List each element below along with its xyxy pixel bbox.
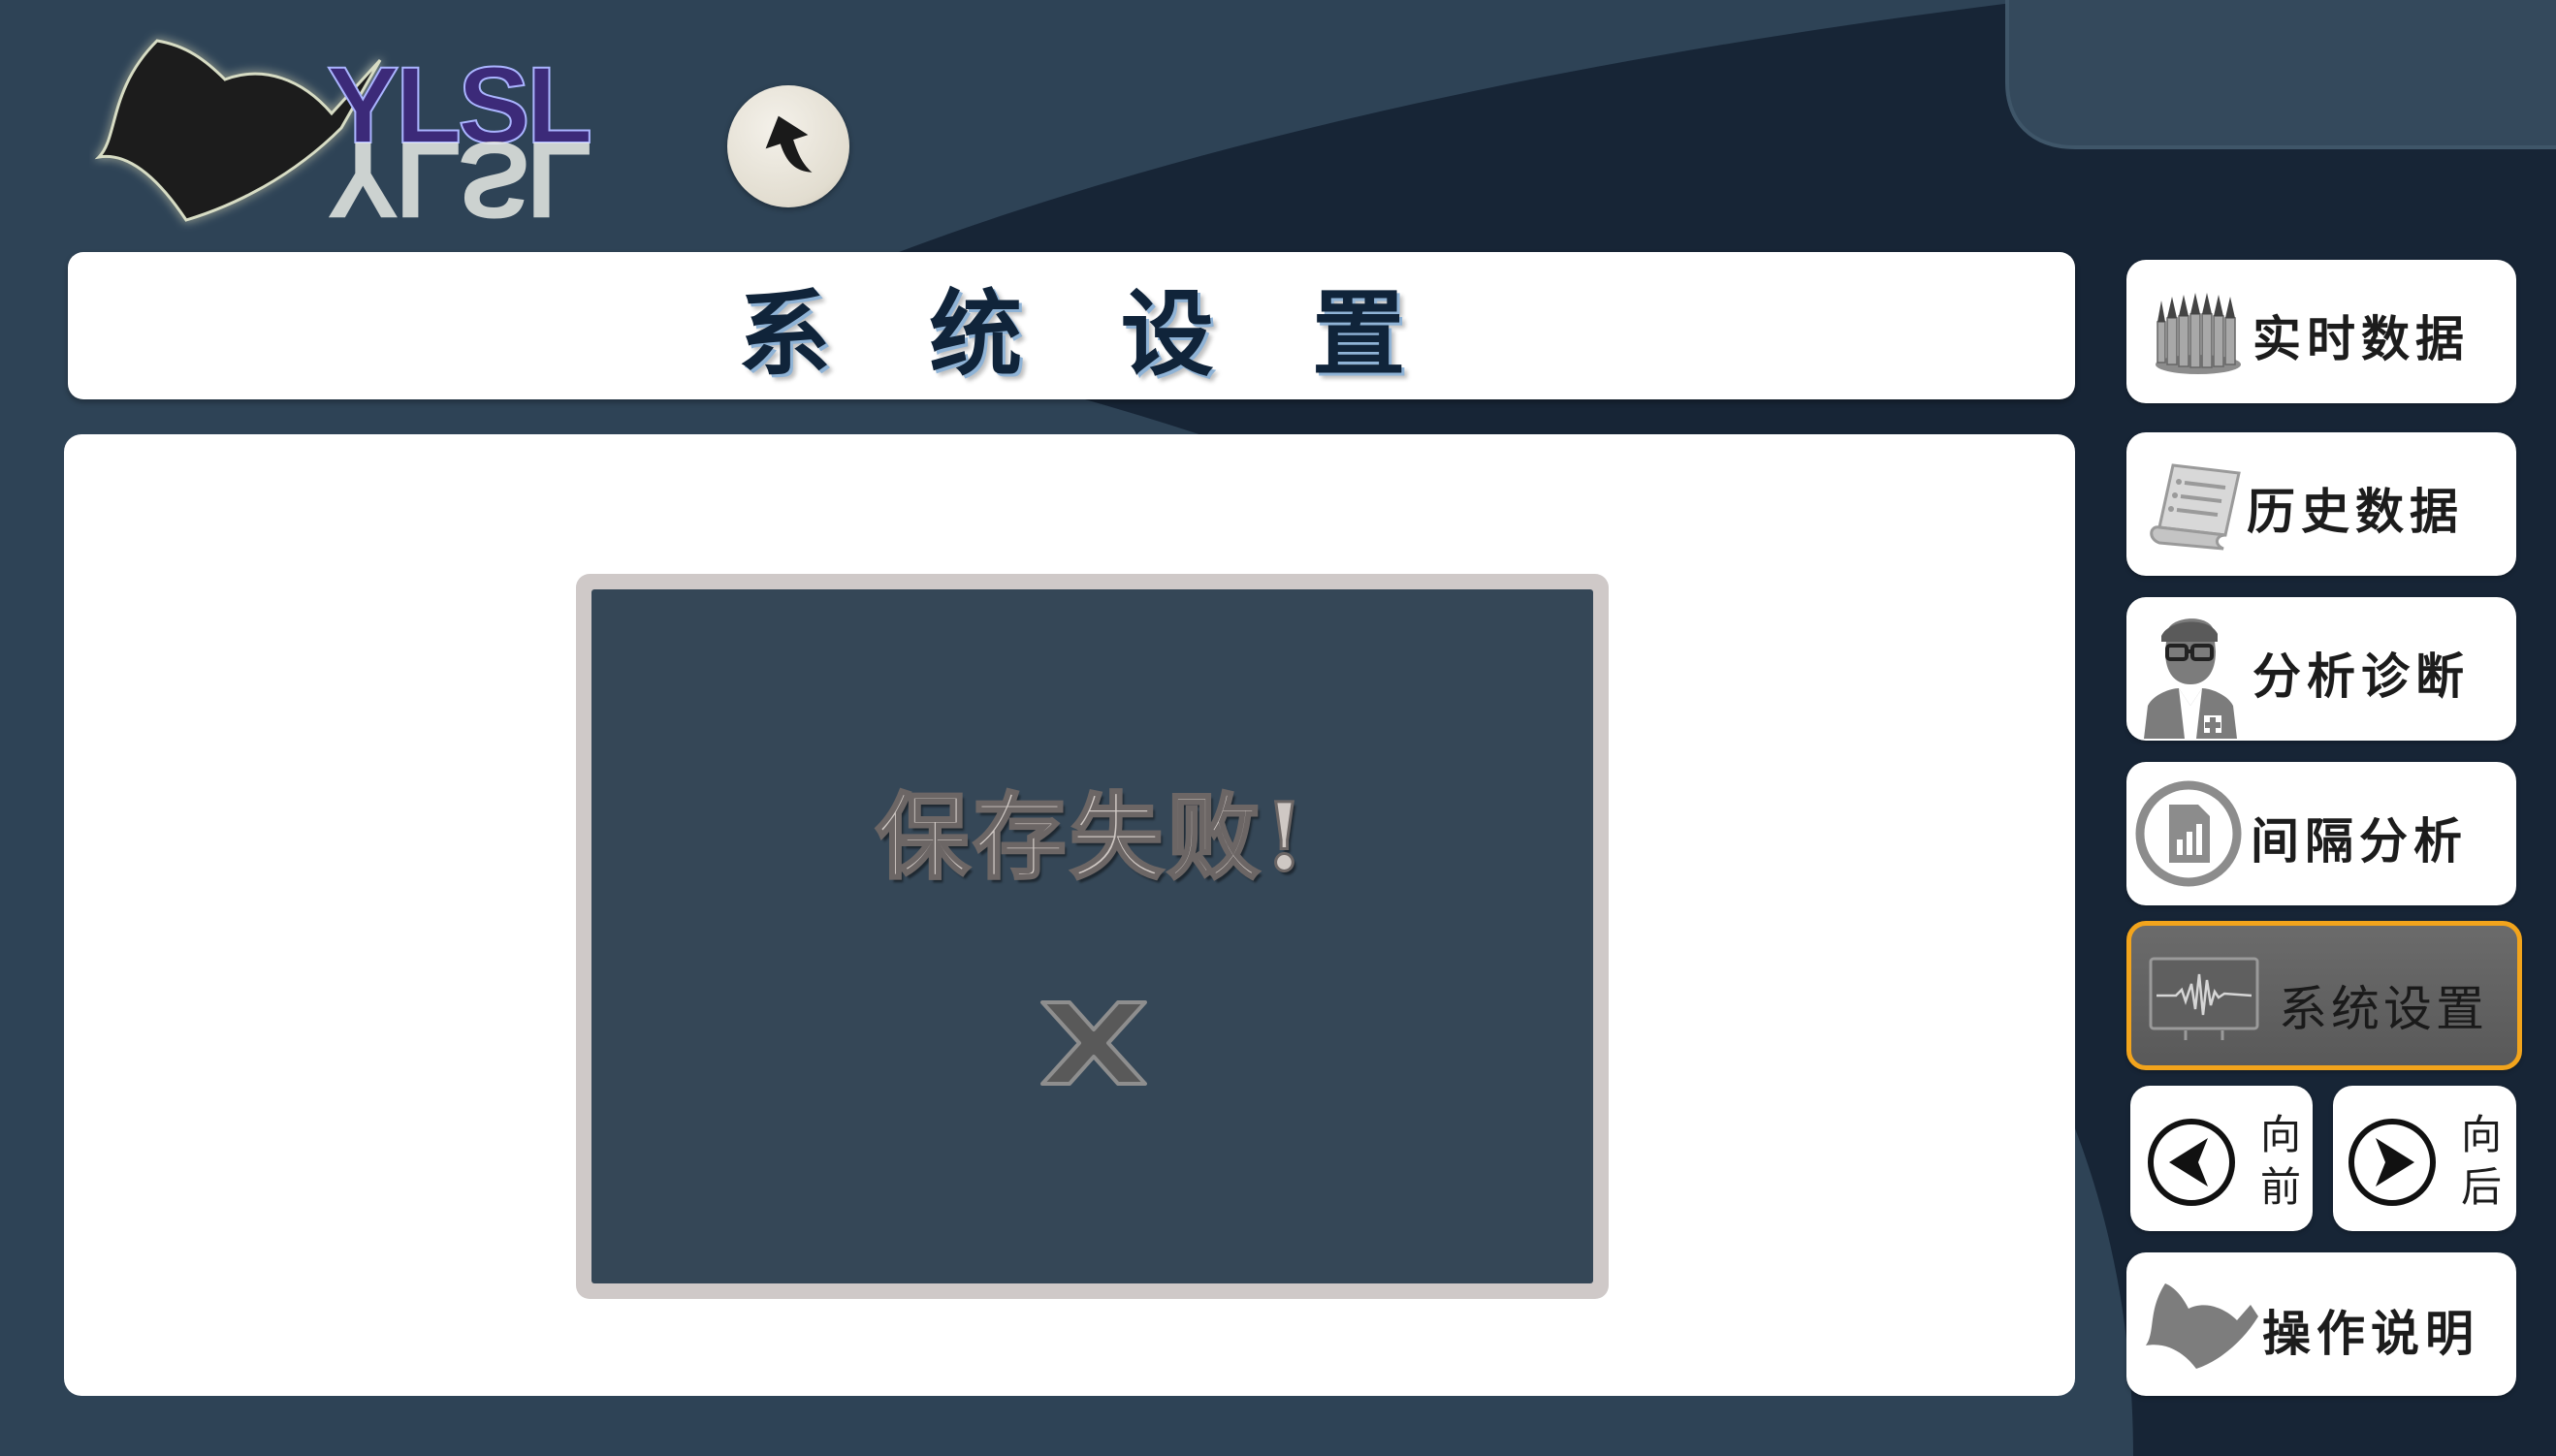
- help-label: 操作说明: [2262, 1306, 2479, 1362]
- dialog-body: 保存失败!: [591, 589, 1593, 1283]
- prev-button[interactable]: 向 前: [2130, 1086, 2313, 1231]
- bird-logo-icon: [2146, 1283, 2258, 1369]
- sidebar-item-label: 分析诊断: [2252, 649, 2470, 705]
- dialog-message: 保存失败!: [875, 781, 1309, 894]
- sidebar-item-realtime-data[interactable]: 实时数据: [2126, 260, 2516, 403]
- title-bar: 系 统 设 置: [68, 252, 2075, 399]
- document-scroll-icon: [2150, 463, 2241, 551]
- arrow-right-icon: [2348, 1119, 2436, 1206]
- chart-report-icon: [2135, 780, 2242, 887]
- prev-label-top: 向: [2259, 1111, 2301, 1158]
- waveform-monitor-icon: [2149, 957, 2259, 1040]
- sidebar-item-interval-analysis[interactable]: 间隔分析: [2126, 762, 2516, 905]
- pencils-icon: [2156, 293, 2241, 374]
- doctor-icon: [2144, 618, 2237, 739]
- up-button[interactable]: [727, 85, 849, 207]
- sidebar-item-label: 系统设置: [2279, 981, 2488, 1037]
- next-label-top: 向: [2460, 1111, 2502, 1158]
- sidebar-item-history-data[interactable]: 历史数据: [2126, 432, 2516, 576]
- close-x-icon[interactable]: [1031, 995, 1157, 1092]
- prev-label-bottom: 前: [2259, 1163, 2301, 1211]
- sidebar-item-label: 间隔分析: [2251, 813, 2468, 870]
- sidebar-item-label: 历史数据: [2247, 484, 2464, 540]
- arrow-left-icon: [2148, 1119, 2235, 1206]
- logo-reflection: YLSL: [327, 119, 590, 240]
- sidebar-item-system-settings[interactable]: 系统设置: [2126, 921, 2522, 1070]
- up-arrow-icon: [765, 115, 813, 173]
- help-instructions-button[interactable]: 操作说明: [2126, 1252, 2516, 1396]
- sidebar-item-label: 实时数据: [2252, 311, 2470, 367]
- page-title: 系 统 设 置: [737, 278, 1439, 389]
- error-dialog: 保存失败!: [576, 574, 1609, 1299]
- ylsl-logo: YLSL YLSL: [89, 21, 594, 254]
- next-label-bottom: 后: [2460, 1163, 2502, 1211]
- sidebar-item-analysis-diagnosis[interactable]: 分析诊断: [2126, 597, 2516, 741]
- next-button[interactable]: 向 后: [2333, 1086, 2516, 1231]
